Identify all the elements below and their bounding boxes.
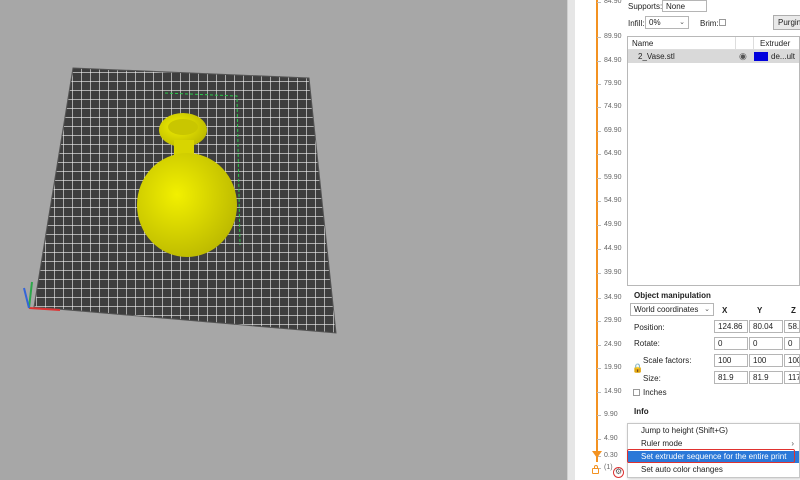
3d-viewport[interactable] [0, 0, 567, 480]
layer-tick-label: 19.90 [597, 364, 622, 371]
inches-label: Inches [643, 388, 667, 397]
layer-slider[interactable] [575, 0, 625, 480]
supports-value: None [666, 2, 686, 11]
chevron-down-icon: ⌄ [679, 19, 685, 26]
layer-tick-label: 69.90 [597, 127, 622, 134]
lock-icon[interactable] [592, 465, 599, 474]
layer-tick-label: 84.90 [597, 0, 622, 5]
position-x-input[interactable]: 124.86 [714, 320, 748, 333]
scale-y-value: 100 [753, 356, 767, 365]
brim-checkbox[interactable] [719, 19, 726, 26]
scale-z-value: 100 [788, 356, 799, 365]
eye-icon[interactable]: ◉ [739, 51, 747, 62]
position-label: Position: [634, 323, 665, 332]
size-z-value: 117.5 [788, 373, 799, 382]
object-list-header: Name Extruder [628, 37, 799, 50]
layer-tick-label: 89.90 [597, 33, 622, 40]
layer-tick-label: 64.90 [597, 150, 622, 157]
scene-canvas[interactable] [0, 0, 567, 480]
layer-tick-label: 79.90 [597, 80, 622, 87]
scale-label: Scale factors: [643, 356, 692, 365]
size-y-input[interactable]: 81.9 [749, 371, 783, 384]
layer-tick-label: 4.90 [597, 435, 618, 442]
column-name: Name [632, 39, 654, 48]
menu-item-jump-to-height[interactable]: Jump to height (Shift+G) [628, 425, 799, 437]
size-x-value: 81.9 [718, 373, 734, 382]
position-z-value: 58.95 [788, 322, 800, 331]
infill-value: 0% [649, 18, 661, 27]
layer-tick-label: 84.90 [597, 57, 622, 64]
supports-select[interactable]: None [662, 0, 707, 12]
menu-item-label: Jump to height (Shift+G) [641, 426, 728, 435]
position-y-input[interactable]: 80.04 [749, 320, 783, 333]
inches-checkbox[interactable] [633, 389, 640, 396]
layer-tick-label: 9.90 [597, 411, 618, 418]
position-x-value: 124.86 [718, 322, 743, 331]
purging-label: Purging [778, 18, 800, 27]
purging-button[interactable]: Purging [773, 15, 800, 30]
menu-item-set-auto-color-changes[interactable]: Set auto color changes [628, 464, 799, 476]
layer-tick-label: 29.90 [597, 317, 622, 324]
scale-y-input[interactable]: 100 [749, 354, 783, 367]
layer-tick-label: 24.90 [597, 341, 622, 348]
size-label: Size: [643, 374, 661, 383]
layer-tick-label: 59.90 [597, 174, 622, 181]
cog-icon[interactable] [613, 467, 624, 478]
lock-scale-icon[interactable]: 🔒 [632, 363, 643, 374]
rotate-x-input[interactable]: 0 [714, 337, 748, 350]
table-row[interactable]: 2_Vase.stl ◉ de...ult [628, 50, 799, 63]
axis-x-label: X [722, 306, 728, 315]
rotate-x-value: 0 [718, 339, 723, 348]
layer-tick-label: (1) [597, 464, 613, 471]
layer-tick-label: 39.90 [597, 269, 622, 276]
scale-z-input[interactable]: 100 [784, 354, 800, 367]
layer-tick-label: 34.90 [597, 294, 622, 301]
coordinates-select[interactable]: World coordinates ⌄ [630, 303, 714, 316]
infill-label: Infill: [628, 19, 645, 28]
scale-x-input[interactable]: 100 [714, 354, 748, 367]
size-z-input[interactable]: 117.5 [784, 371, 800, 384]
scale-x-value: 100 [718, 356, 732, 365]
size-x-input[interactable]: 81.9 [714, 371, 748, 384]
slider-thumb[interactable] [592, 451, 602, 458]
menu-item-label: Ruler mode [641, 439, 683, 448]
layer-tick-label: 54.90 [597, 197, 622, 204]
extruder-name: de...ult [771, 52, 796, 61]
layer-tick-label: 49.90 [597, 221, 622, 228]
supports-label: Supports: [628, 2, 663, 11]
annotation-highlight-box [627, 449, 795, 463]
column-extruder: Extruder [760, 39, 791, 48]
rotate-y-value: 0 [753, 339, 758, 348]
layer-tick-label: 14.90 [597, 388, 622, 395]
coordinates-value: World coordinates [634, 305, 699, 314]
layer-tick-label: 44.90 [597, 245, 622, 252]
rotate-z-input[interactable]: 0 [784, 337, 800, 350]
layer-tick-label: 74.90 [597, 103, 622, 110]
position-y-value: 80.04 [753, 322, 774, 331]
object-manipulation-title: Object manipulation [634, 291, 711, 300]
size-y-value: 81.9 [753, 373, 769, 382]
axis-y-label: Y [757, 306, 763, 315]
info-title: Info [634, 407, 649, 416]
layer-tick-label: 0.30 [597, 452, 618, 459]
rotate-z-value: 0 [788, 339, 793, 348]
object-name: 2_Vase.stl [638, 52, 675, 61]
axis-z-label: Z [791, 306, 796, 315]
object-list[interactable]: Name Extruder 2_Vase.stl ◉ de...ult [627, 36, 800, 286]
position-z-input[interactable]: 58.95 [784, 320, 800, 333]
rotate-y-input[interactable]: 0 [749, 337, 783, 350]
chevron-down-icon: ⌄ [704, 306, 710, 313]
brim-label: Brim: [700, 19, 719, 28]
rotate-label: Rotate: [634, 339, 660, 348]
menu-item-label: Set auto color changes [641, 465, 723, 474]
extruder-color-swatch[interactable] [754, 52, 768, 61]
infill-select[interactable]: 0% ⌄ [645, 16, 689, 29]
